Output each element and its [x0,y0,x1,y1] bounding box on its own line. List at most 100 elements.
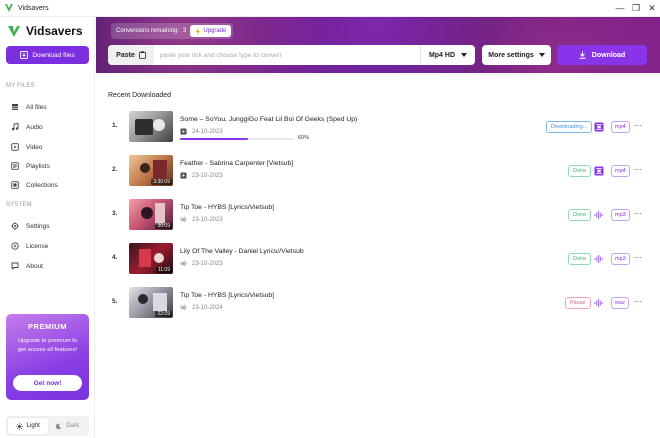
brand-logo-icon [8,26,20,37]
status-badge: Pause [565,297,591,309]
playlist-icon [11,162,19,170]
thumbnail[interactable]: 22:09 [129,287,173,318]
sidebar-item-collections[interactable]: Collections [11,179,58,191]
paste-button[interactable]: Paste [108,45,154,65]
conversions-remaining: Conversions remaining: 3 Upgrade [111,23,234,39]
maximize-button[interactable]: ❐ [628,0,644,17]
row-title: Feather - Sabrina Carpenter [Vietsub] [180,160,294,167]
download-row: 3. 30:09 Tip Toe - HYBS [Lyrics/Vietsub]… [108,198,648,232]
download-row: 2. 3:30:09 Feather - Sabrina Carpenter [… [108,154,648,188]
theme-light-label: Light [26,423,40,429]
upgrade-label: Upgrade [203,28,227,34]
url-bar: Paste Mp4 HD [108,45,475,65]
thumbnail[interactable]: 11:09 [129,243,173,274]
more-settings-button[interactable]: More settings [482,45,551,65]
status-badge: Downloading... [546,121,593,133]
more-options-icon[interactable]: ⋯ [634,165,642,174]
progress-bar [180,138,294,140]
sidebar-item-label: Collections [26,181,58,189]
sidebar-item-about[interactable]: About [11,260,43,272]
status-badge: Done [568,253,592,265]
format-select[interactable]: Mp4 HD [419,45,475,65]
more-options-icon[interactable]: ⋯ [634,297,642,306]
row-number: 4. [112,254,118,261]
theme-light-option[interactable]: Light [8,418,48,434]
sidebar-item-audio[interactable]: Audio [11,121,43,133]
minimize-button[interactable]: — [612,0,628,17]
more-settings-label: More settings [488,51,534,59]
thumbnail[interactable] [129,111,173,142]
sidebar-item-label: Video [26,143,43,151]
download-tray-icon [20,51,29,59]
sidebar-item-label: License [26,242,49,250]
brand-name: Vidsavers [26,24,83,38]
duration-label: 30:09 [155,223,172,229]
row-date: 24-10-2023 [192,128,223,135]
music-note-icon [11,123,19,131]
progress-fill [180,138,249,140]
header: Conversions remaining: 3 Upgrade Paste M… [96,17,660,73]
thumbnail[interactable]: 3:30:09 [129,155,173,186]
download-button[interactable]: Download [557,45,647,65]
more-options-icon[interactable]: ⋯ [634,121,642,130]
row-title: Some – SoYou, JunggiGo Feat Lil Boi Of G… [180,116,358,123]
download-files-button[interactable]: Download files [6,46,89,64]
audio-wave-icon [180,260,187,267]
format-badge: wav [611,297,629,309]
audio-wave-icon [180,216,187,223]
close-button[interactable]: ✕ [644,0,660,17]
brand: Vidsavers [0,17,94,45]
chevron-down-icon [538,53,545,57]
app-window: Vidsavers — ❐ ✕ Vidsavers Download files… [0,0,660,438]
url-input[interactable] [154,51,420,59]
row-meta: 23-10-2023 [180,216,223,223]
system-section-title: SYSTEM [6,202,32,208]
row-date: 23-10-2023 [192,216,223,223]
paste-label: Paste [116,51,135,59]
duration-label: 22:09 [155,311,172,317]
status-badge: Done [568,209,592,221]
theme-dark-label: Dark [66,423,80,429]
upgrade-button[interactable]: Upgrade [190,25,232,37]
row-date: 23-10-2023 [192,172,223,179]
sidebar: Vidsavers Download files MY FILES All fi… [0,17,95,438]
format-badge: mp4 [611,165,630,177]
row-title: Lily Of The Valley - Daniel Lyrics//Viet… [180,248,304,255]
sidebar-item-all-files[interactable]: All files [11,101,47,113]
audio-wave-icon [180,304,187,311]
get-now-button[interactable]: Get now! [13,375,82,391]
sidebar-item-settings[interactable]: Settings [11,220,50,232]
more-options-icon[interactable]: ⋯ [634,209,642,218]
row-title: Tip Toe - HYBS [Lyrics/Vietsub] [180,204,275,211]
video-icon [11,143,19,151]
sidebar-item-video[interactable]: Video [11,141,43,153]
video-type-icon [594,166,604,176]
sidebar-item-label: Audio [26,123,43,131]
theme-dark-option[interactable]: Dark [48,418,88,434]
key-icon [11,242,19,250]
sidebar-item-label: All files [26,103,47,111]
sidebar-item-license[interactable]: License [11,240,48,252]
title-bar: Vidsavers — ❐ ✕ [0,0,660,17]
window-title: Vidsavers [18,4,49,12]
more-options-icon[interactable]: ⋯ [634,253,642,262]
download-files-label: Download files [32,51,75,59]
thumbnail[interactable]: 30:09 [129,199,173,230]
premium-title: PREMIUM [28,322,67,331]
section-title: Recent Downloaded [108,92,172,99]
chevron-down-icon [461,53,467,57]
gear-icon [11,222,19,230]
row-number: 2. [112,166,118,173]
row-meta: 23-10-2023 [180,172,223,179]
lightning-icon [195,27,201,35]
clipboard-icon [139,51,146,59]
video-file-icon [180,172,187,179]
sidebar-item-label: About [26,262,43,270]
video-file-icon [180,128,187,135]
sidebar-item-playlists[interactable]: Playlists [11,160,50,172]
download-row: 5. 22:09 Tip Toe - HYBS [Lyrics/Vietsub]… [108,286,648,320]
sidebar-item-label: Playlists [26,162,50,170]
row-date: 23-10-2024 [192,304,223,311]
audio-wave-icon [594,299,603,307]
premium-description: Upgrade to premium to get access all fea… [17,338,78,353]
